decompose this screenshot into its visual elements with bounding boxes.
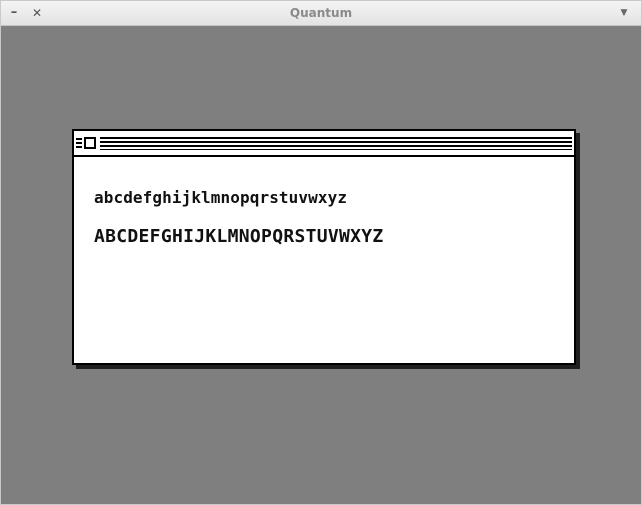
preview-content: abcdefghijklmnopqrstuvwxyz ABCDEFGHIJKLM… <box>74 157 574 363</box>
grip-icon[interactable] <box>76 138 82 150</box>
app-window: – ✕ Quantum ▼ abcdefghijklmnopqrstuvwxyz… <box>0 0 642 505</box>
window-title: Quantum <box>289 6 353 20</box>
lowercase-sample-text: abcdefghijklmnopqrstuvwxyz <box>94 188 348 207</box>
title-stripes <box>100 137 572 150</box>
preview-window-titlebar[interactable] <box>74 131 574 157</box>
chevron-down-icon[interactable]: ▼ <box>615 3 633 23</box>
uppercase-sample-text: ABCDEFGHIJKLMNOPQRSTUVWXYZ <box>94 226 384 247</box>
titlebar[interactable]: – ✕ Quantum ▼ <box>1 1 641 26</box>
font-preview-window: abcdefghijklmnopqrstuvwxyz ABCDEFGHIJKLM… <box>72 129 576 365</box>
close-box-icon[interactable] <box>84 137 96 149</box>
